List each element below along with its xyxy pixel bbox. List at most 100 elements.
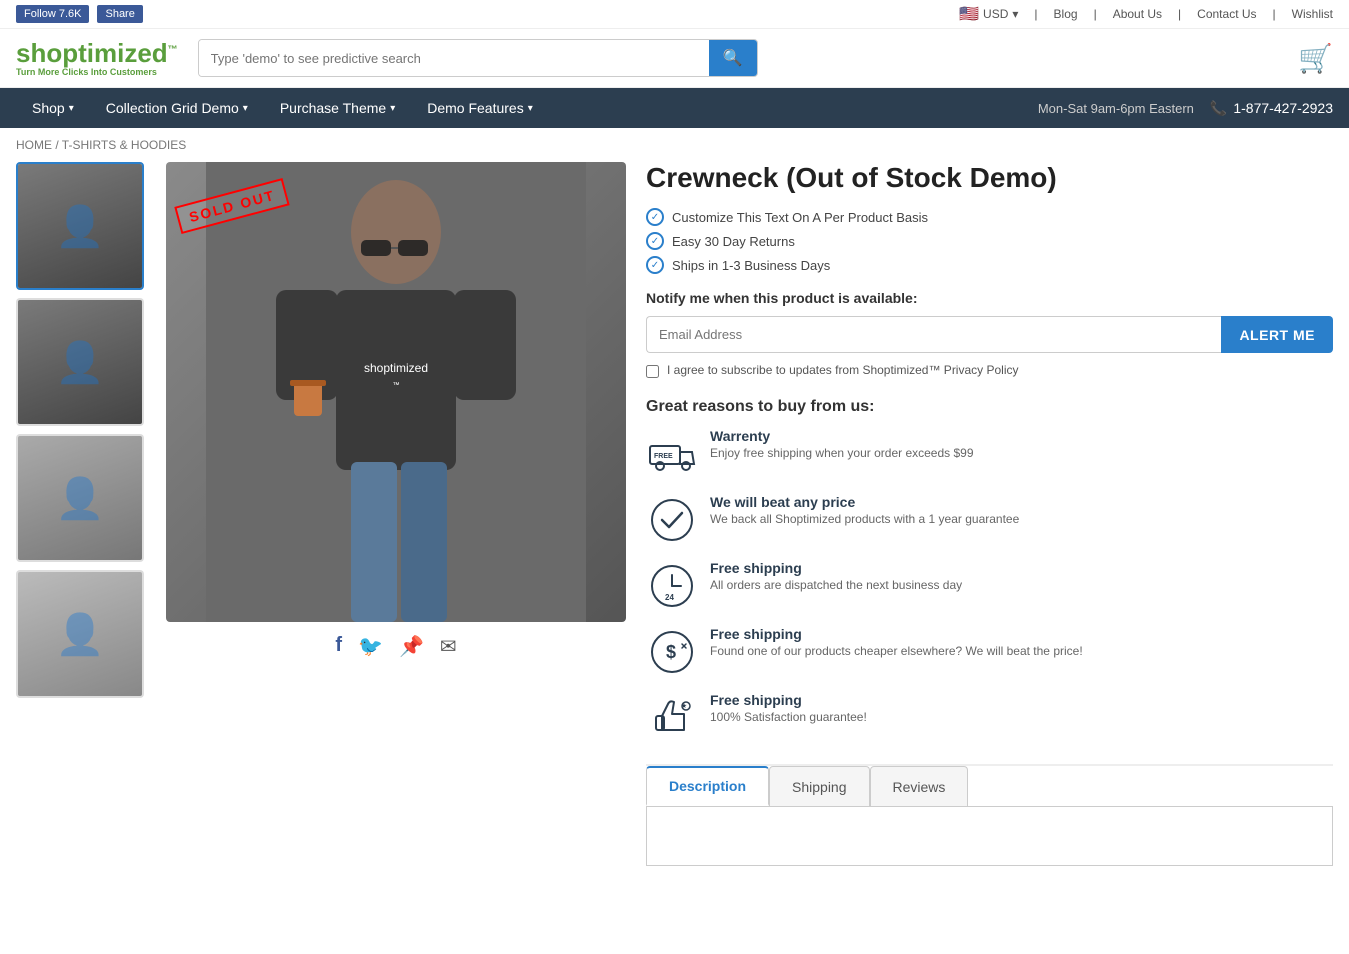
top-bar-left: Follow 7.6K Share	[16, 5, 143, 23]
flag-icon: 🇺🇸	[959, 4, 979, 24]
reason-title-1: Warrenty	[710, 428, 974, 444]
alert-button[interactable]: ALERT ME	[1221, 316, 1333, 353]
pipe-divider: |	[1178, 7, 1181, 21]
contact-link[interactable]: Contact Us	[1197, 7, 1256, 21]
nav-item-purchase-theme[interactable]: Purchase Theme ▾	[264, 88, 411, 128]
svg-text:™: ™	[393, 382, 400, 389]
svg-text:shoptimized: shoptimized	[364, 361, 428, 375]
feature-text-3: Ships in 1-3 Business Days	[672, 258, 830, 273]
thumb-image-3: 👤	[18, 436, 142, 560]
reason-item-4: $ Free shipping Found one of our product…	[646, 626, 1333, 678]
nav-item-shop[interactable]: Shop ▾	[16, 88, 90, 128]
feature-text-1: Customize This Text On A Per Product Bas…	[672, 210, 928, 225]
product-info: Crewneck (Out of Stock Demo) ✓ Customize…	[646, 162, 1333, 866]
reason-text-5: Free shipping 100% Satisfaction guarante…	[710, 692, 867, 724]
nav-item-collection-grid[interactable]: Collection Grid Demo ▾	[90, 88, 264, 128]
subscribe-row: I agree to subscribe to updates from Sho…	[646, 363, 1333, 378]
nav-demo-label: Demo Features	[427, 100, 523, 116]
tab-description[interactable]: Description	[646, 766, 769, 806]
nav-collection-label: Collection Grid Demo	[106, 100, 239, 116]
product-title: Crewneck (Out of Stock Demo)	[646, 162, 1333, 194]
pipe-divider: |	[1094, 7, 1097, 21]
check-icon-1: ✓	[646, 208, 664, 226]
nav-purchase-chevron-icon: ▾	[390, 103, 395, 114]
phone-icon: 📞	[1210, 100, 1227, 117]
nav-shop-label: Shop	[32, 100, 65, 116]
nav-shop-chevron-icon: ▾	[69, 103, 74, 114]
subscribe-checkbox[interactable]	[646, 365, 659, 378]
pinterest-share-icon[interactable]: 📌	[399, 634, 424, 659]
check-icon-3: ✓	[646, 256, 664, 274]
reason-desc-1: Enjoy free shipping when your order exce…	[710, 446, 974, 460]
reason-text-4: Free shipping Found one of our products …	[710, 626, 1083, 658]
svg-text:$: $	[666, 642, 676, 662]
currency-label: USD	[983, 7, 1008, 21]
reason-item-1: FREE Warrenty Enjoy free shipping when y…	[646, 428, 1333, 480]
facebook-share-icon[interactable]: f	[335, 634, 342, 659]
currency-selector[interactable]: 🇺🇸 USD ▾	[959, 4, 1018, 24]
logo: shoptimized™ Turn More Clicks Into Custo…	[16, 40, 178, 77]
fb-follow-button[interactable]: Follow 7.6K	[16, 5, 89, 23]
wishlist-link[interactable]: Wishlist	[1292, 7, 1333, 21]
reasons-title: Great reasons to buy from us:	[646, 398, 1333, 416]
top-bar: Follow 7.6K Share 🇺🇸 USD ▾ | Blog | Abou…	[0, 0, 1349, 29]
phone-number: 1-877-427-2923	[1233, 100, 1333, 116]
pipe-divider: |	[1273, 7, 1276, 21]
search-button[interactable]: 🔍	[709, 40, 757, 76]
search-input[interactable]	[199, 40, 709, 76]
cart-icon[interactable]: 🛒	[1298, 42, 1333, 75]
twitter-share-icon[interactable]: 🐦	[358, 634, 383, 659]
email-input[interactable]	[646, 316, 1221, 353]
feature-item-1: ✓ Customize This Text On A Per Product B…	[646, 208, 1333, 226]
clock-icon: 24	[646, 560, 698, 612]
feature-text-2: Easy 30 Day Returns	[672, 234, 795, 249]
reason-text-3: Free shipping All orders are dispatched …	[710, 560, 962, 592]
thumbnails: 👤 👤 👤 👤	[16, 162, 146, 866]
reason-item-5: ★ Free shipping 100% Satisfaction guaran…	[646, 692, 1333, 744]
fb-share-button[interactable]: Share	[97, 5, 142, 23]
tabs-header: Description Shipping Reviews	[646, 766, 1333, 806]
header: shoptimized™ Turn More Clicks Into Custo…	[0, 29, 1349, 88]
tabs-area: Description Shipping Reviews	[646, 764, 1333, 866]
reason-desc-5: 100% Satisfaction guarantee!	[710, 710, 867, 724]
nav-right: Mon-Sat 9am-6pm Eastern 📞 1-877-427-2923	[1038, 100, 1333, 117]
reason-title-5: Free shipping	[710, 692, 867, 708]
blog-link[interactable]: Blog	[1054, 7, 1078, 21]
subscribe-text: I agree to subscribe to updates from Sho…	[667, 363, 1019, 377]
about-link[interactable]: About Us	[1113, 7, 1162, 21]
shipping-icon: FREE	[646, 428, 698, 480]
breadcrumb-home[interactable]: HOME	[16, 138, 52, 152]
thumbnail-2[interactable]: 👤	[16, 298, 144, 426]
main-product-image: shoptimized ™	[166, 162, 626, 622]
social-share: f 🐦 📌 ✉	[166, 634, 626, 659]
nav-left: Shop ▾ Collection Grid Demo ▾ Purchase T…	[16, 88, 549, 128]
nav-collection-chevron-icon: ▾	[243, 103, 248, 114]
reason-item-3: 24 Free shipping All orders are dispatch…	[646, 560, 1333, 612]
reason-item-2: We will beat any price We back all Shopt…	[646, 494, 1333, 546]
nav-bar: Shop ▾ Collection Grid Demo ▾ Purchase T…	[0, 88, 1349, 128]
email-share-icon[interactable]: ✉	[440, 634, 457, 659]
main-image-area: shoptimized ™ SOLD OUT	[166, 162, 626, 622]
reason-title-4: Free shipping	[710, 626, 1083, 642]
tab-content	[646, 806, 1333, 866]
logo-tagline: Turn More Clicks Into Customers	[16, 68, 178, 77]
price-match-icon: $	[646, 626, 698, 678]
thumbnail-1[interactable]: 👤	[16, 162, 144, 290]
logo-name: shoptimized	[16, 38, 168, 68]
reason-desc-4: Found one of our products cheaper elsewh…	[710, 644, 1083, 658]
notify-form: ALERT ME	[646, 316, 1333, 353]
thumbnail-4[interactable]: 👤	[16, 570, 144, 698]
thumb-image-2: 👤	[18, 300, 142, 424]
feature-item-3: ✓ Ships in 1-3 Business Days	[646, 256, 1333, 274]
nav-item-demo-features[interactable]: Demo Features ▾	[411, 88, 549, 128]
reason-text-2: We will beat any price We back all Shopt…	[710, 494, 1019, 526]
check-icon-2: ✓	[646, 232, 664, 250]
nav-phone: 📞 1-877-427-2923	[1210, 100, 1333, 117]
reason-desc-3: All orders are dispatched the next busin…	[710, 578, 962, 592]
notify-label: Notify me when this product is available…	[646, 290, 1333, 306]
tab-reviews[interactable]: Reviews	[870, 766, 969, 806]
currency-chevron-icon: ▾	[1012, 7, 1018, 21]
tab-shipping[interactable]: Shipping	[769, 766, 870, 806]
thumbnail-3[interactable]: 👤	[16, 434, 144, 562]
nav-hours: Mon-Sat 9am-6pm Eastern	[1038, 101, 1194, 116]
